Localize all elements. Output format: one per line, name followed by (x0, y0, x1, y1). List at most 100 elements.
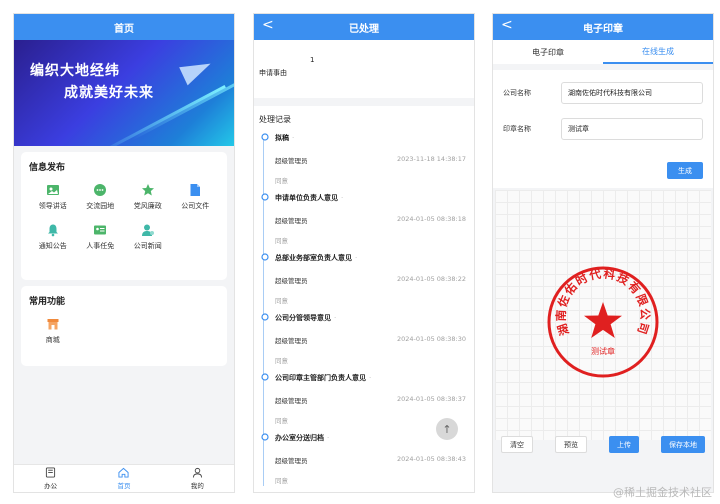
record-title: 申请单位负责人意见 (275, 194, 338, 202)
timeline-node-icon (261, 253, 269, 261)
save-local-button[interactable]: 保存本地 (661, 436, 705, 453)
record-opinion: 同意 (275, 357, 288, 365)
records-panel: 处理记录 拟稿 · 超级管理员 2023-11-18 14:38:17 同意 申请单… (254, 106, 474, 492)
tab-label: 电子印章 (532, 47, 564, 57)
records-title: 处理记录 (259, 115, 291, 124)
grid-item-personnel[interactable]: 人事任免 (77, 223, 125, 251)
grid-item-label: 领导讲话 (38, 202, 67, 210)
processed-screen: < 已处理 1 申请事由 处理记录 拟稿 · 超级管理员 2023-11-18 14… (253, 13, 475, 493)
page-title: 首页 (114, 23, 134, 35)
generate-button[interactable]: 生成 (667, 162, 703, 179)
paper-plane-icon (179, 54, 215, 86)
preview-button[interactable]: 预览 (555, 436, 587, 453)
processed-top-bar: < 已处理 (254, 14, 474, 40)
application-info: 1 申请事由 (254, 40, 474, 98)
bottom-tab-bar: 办公 首页 我的 (14, 464, 234, 492)
record-opinion: 同意 (275, 177, 288, 185)
info-publish-title: 信息发布 (29, 163, 66, 173)
e-seal-top-bar: < 电子印章 (493, 14, 713, 40)
tab-label: 办公 (44, 482, 58, 490)
clear-button[interactable]: 清空 (501, 436, 533, 453)
home-icon (118, 467, 130, 478)
seal-canvas[interactable]: 湖南佐佑时代科技有限公司 测试章 (495, 190, 711, 440)
bell-icon (47, 224, 58, 237)
upload-button[interactable]: 上传 (609, 436, 639, 453)
record-title: 拟稿 (275, 134, 289, 142)
arrow-up-icon: ↑ (442, 422, 452, 436)
record-item: 申请单位负责人意见 · 超级管理员 2024-01-05 08:38:18 同意 (259, 185, 474, 245)
record-user: 超级管理员 (275, 217, 308, 225)
record-time: 2024-01-05 08:38:30 (396, 335, 466, 343)
user-icon (141, 224, 154, 236)
company-row: 公司名称 湖南佐佑时代科技有限公司 (503, 82, 703, 104)
seal-tabs: 电子印章 在线生成 (493, 40, 713, 64)
grid-item-mall[interactable]: 商城 (29, 317, 77, 345)
grid-item-news[interactable]: 公司新闻 (124, 223, 172, 251)
seal-stamp: 湖南佐佑时代科技有限公司 测试章 (547, 266, 659, 378)
seal-center-text: 测试章 (591, 346, 615, 356)
timeline-node-icon (261, 193, 269, 201)
chat-icon (94, 184, 107, 196)
tab-label: 首页 (117, 482, 131, 490)
seal-name-value: 测试章 (568, 125, 589, 133)
record-opinion: 同意 (275, 297, 288, 305)
record-opinion: 同意 (275, 237, 288, 245)
seal-name-label: 印章名称 (503, 125, 531, 133)
seal-name-input[interactable]: 测试章 (561, 118, 703, 140)
seal-actions: 清空 预览 上传 保存本地 (493, 436, 713, 456)
home-screen: 首页 编织大地经纬 成就美好未来 信息发布 领导讲话 交流园地 党风廉政 公司文… (13, 13, 235, 493)
back-button[interactable]: < (501, 17, 513, 33)
record-time: 2024-01-05 08:38:22 (396, 275, 466, 283)
scroll-top-button[interactable]: ↑ (436, 418, 458, 440)
record-user: 超级管理员 (275, 397, 308, 405)
back-button[interactable]: < (262, 17, 274, 33)
grid-item-label: 党风廉政 (133, 202, 162, 210)
dot-icon: · (334, 314, 337, 322)
grid-item-label: 商城 (45, 336, 60, 344)
id-card-icon (94, 225, 107, 235)
record-title: 总部业务部室负责人意见 (275, 254, 352, 262)
tab-e-seal[interactable]: 电子印章 (493, 40, 603, 64)
company-name-value: 湖南佐佑时代科技有限公司 (568, 89, 652, 97)
common-functions-card: 常用功能 商城 (21, 286, 227, 366)
tab-office[interactable]: 办公 (14, 465, 87, 492)
grid-item-leader-speech[interactable]: 领导讲话 (29, 183, 77, 211)
grid-item-company-docs[interactable]: 公司文件 (172, 183, 220, 211)
timeline-node-icon (261, 133, 269, 141)
page-title: 电子印章 (583, 23, 623, 35)
record-user: 超级管理员 (275, 457, 308, 465)
record-time: 2023-11-18 14:38:17 (396, 155, 466, 163)
grid-item-label: 公司文件 (181, 202, 210, 210)
seal-star-icon (584, 302, 622, 338)
home-banner[interactable]: 编织大地经纬 成就美好未来 (14, 40, 234, 146)
record-item: 公司印章主管部门负责人意见 · 超级管理员 2024-01-05 08:38:37 … (259, 365, 474, 425)
dot-icon: · (369, 374, 372, 382)
timeline-node-icon (261, 373, 269, 381)
office-icon (46, 467, 56, 478)
grid-item-notice[interactable]: 通知公告 (29, 223, 77, 251)
common-functions-grid: 商城 (29, 317, 219, 345)
e-seal-screen: < 电子印章 电子印章 在线生成 公司名称 湖南佐佑时代科技有限公司 印章名称 … (492, 13, 714, 493)
tab-online-generate[interactable]: 在线生成 (603, 40, 713, 64)
grid-item-party[interactable]: 党风廉政 (124, 183, 172, 211)
dot-icon: · (327, 434, 330, 442)
company-label: 公司名称 (503, 89, 531, 97)
tab-mine[interactable]: 我的 (161, 465, 234, 492)
tab-label: 我的 (190, 482, 204, 490)
tab-home[interactable]: 首页 (87, 465, 160, 492)
timeline-node-icon (261, 313, 269, 321)
record-user: 超级管理员 (275, 337, 308, 345)
grid-item-label: 人事任免 (86, 242, 115, 250)
company-name-input[interactable]: 湖南佐佑时代科技有限公司 (561, 82, 703, 104)
grid-item-label: 通知公告 (38, 242, 67, 250)
item-label: 申请事由 (259, 69, 287, 77)
info-publish-grid: 领导讲话 交流园地 党风廉政 公司文件 通知公告 人事任免 公司新闻 (29, 183, 219, 251)
dot-icon: · (341, 194, 344, 202)
record-item: 公司分管领导意见 · 超级管理员 2024-01-05 08:38:30 同意 (259, 305, 474, 365)
grid-item-exchange[interactable]: 交流园地 (77, 183, 125, 211)
record-title: 公司分管领导意见 (275, 314, 331, 322)
record-item: 拟稿 · 超级管理员 2023-11-18 14:38:17 同意 (259, 125, 474, 185)
record-time: 2024-01-05 08:38:43 (396, 455, 466, 463)
record-time: 2024-01-05 08:38:18 (396, 215, 466, 223)
record-time: 2024-01-05 08:38:37 (396, 395, 466, 403)
